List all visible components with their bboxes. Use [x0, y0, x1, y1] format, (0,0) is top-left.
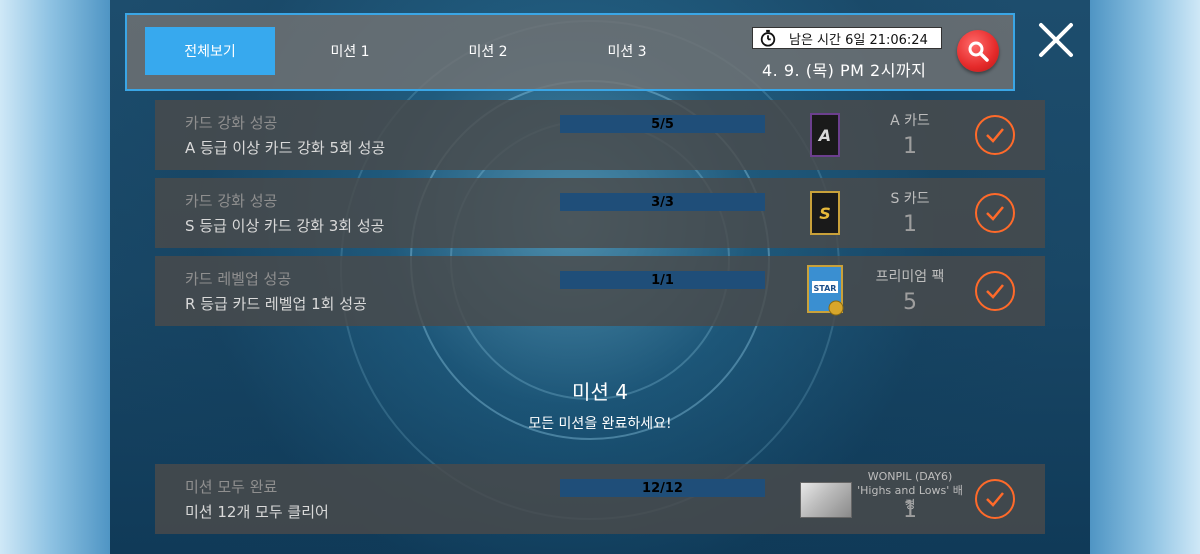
premium-pack-icon: STAR — [807, 265, 844, 316]
progress-bar: 12/12 — [560, 479, 765, 497]
pack-label: STAR — [814, 284, 837, 293]
mission-desc: A 등급 이상 카드 강화 5회 성공 — [185, 139, 386, 157]
close-icon[interactable] — [1036, 20, 1076, 60]
mission-title: 카드 강화 성공 — [185, 192, 278, 210]
complete-check-button[interactable] — [975, 271, 1015, 311]
mission-title: 카드 레벨업 성공 — [185, 270, 292, 288]
reward-image — [800, 482, 852, 518]
deadline-text: 4. 9. (목) PM 2시까지 — [762, 61, 927, 80]
background-right-glow — [1090, 0, 1200, 554]
mission-desc: S 등급 이상 카드 강화 3회 성공 — [185, 217, 385, 235]
s-card-icon: S — [810, 191, 840, 235]
mission-row: 카드 레벨업 성공 R 등급 카드 레벨업 1회 성공 1/1 STAR 프리미… — [155, 256, 1045, 326]
tab-mission-1[interactable]: 미션 1 — [285, 27, 415, 75]
stopwatch-icon — [760, 29, 776, 47]
complete-check-button[interactable] — [975, 193, 1015, 233]
reward-count: 1 — [903, 134, 917, 159]
reward-image: A — [810, 113, 840, 157]
tab-all[interactable]: 전체보기 — [145, 27, 275, 75]
checkmark-icon — [986, 128, 1004, 143]
progress-bar: 3/3 — [560, 193, 765, 211]
reward-name: S 카드 — [890, 191, 930, 207]
reward-image: S — [810, 191, 840, 235]
complete-check-button[interactable] — [975, 115, 1015, 155]
mission4-subtitle: 모든 미션을 완료하세요! — [528, 416, 672, 432]
background-photo-icon — [800, 482, 852, 518]
reward-name-line1: WONPIL (DAY6) — [867, 470, 953, 483]
tab-mission-2[interactable]: 미션 2 — [423, 27, 553, 75]
checkmark-icon — [986, 284, 1004, 299]
mission-desc: R 등급 카드 레벨업 1회 성공 — [185, 295, 367, 313]
reward-count: 1 — [903, 212, 917, 237]
search-icon — [968, 41, 989, 62]
a-card-icon: A — [810, 113, 840, 157]
checkmark-icon — [986, 492, 1004, 507]
complete-check-button[interactable] — [975, 479, 1015, 519]
mission-title: 미션 모두 완료 — [185, 478, 278, 496]
remaining-time-text: 남은 시간 6일 21:06:24 — [789, 32, 928, 48]
mission4-title: 미션 4 — [572, 380, 628, 404]
mission-row: 카드 강화 성공 S 등급 이상 카드 강화 3회 성공 3/3 S S 카드 … — [155, 178, 1045, 248]
reward-count: 1 — [903, 498, 917, 523]
mission-row: 카드 강화 성공 A 등급 이상 카드 강화 5회 성공 5/5 A A 카드 … — [155, 100, 1045, 170]
reward-name: A 카드 — [890, 113, 930, 129]
background-left-glow — [0, 0, 110, 554]
reward-count: 5 — [903, 290, 917, 315]
progress-bar: 5/5 — [560, 115, 765, 133]
checkmark-icon — [986, 206, 1004, 221]
remaining-time: 남은 시간 6일 21:06:24 — [752, 27, 942, 49]
search-button[interactable] — [957, 30, 999, 72]
reward-name: 프리미엄 팩 — [875, 269, 945, 285]
final-mission-row: 미션 모두 완료 미션 12개 모두 클리어 12/12 WONPIL (DAY… — [155, 464, 1045, 534]
mission-title: 카드 강화 성공 — [185, 114, 278, 132]
progress-bar: 1/1 — [560, 271, 765, 289]
mission-desc: 미션 12개 모두 클리어 — [185, 503, 329, 521]
tab-mission-3[interactable]: 미션 3 — [562, 27, 692, 75]
mission-header: 전체보기 미션 1 미션 2 미션 3 남은 시간 6일 21:06:24 4.… — [125, 13, 1015, 91]
reward-image: STAR — [807, 265, 845, 321]
